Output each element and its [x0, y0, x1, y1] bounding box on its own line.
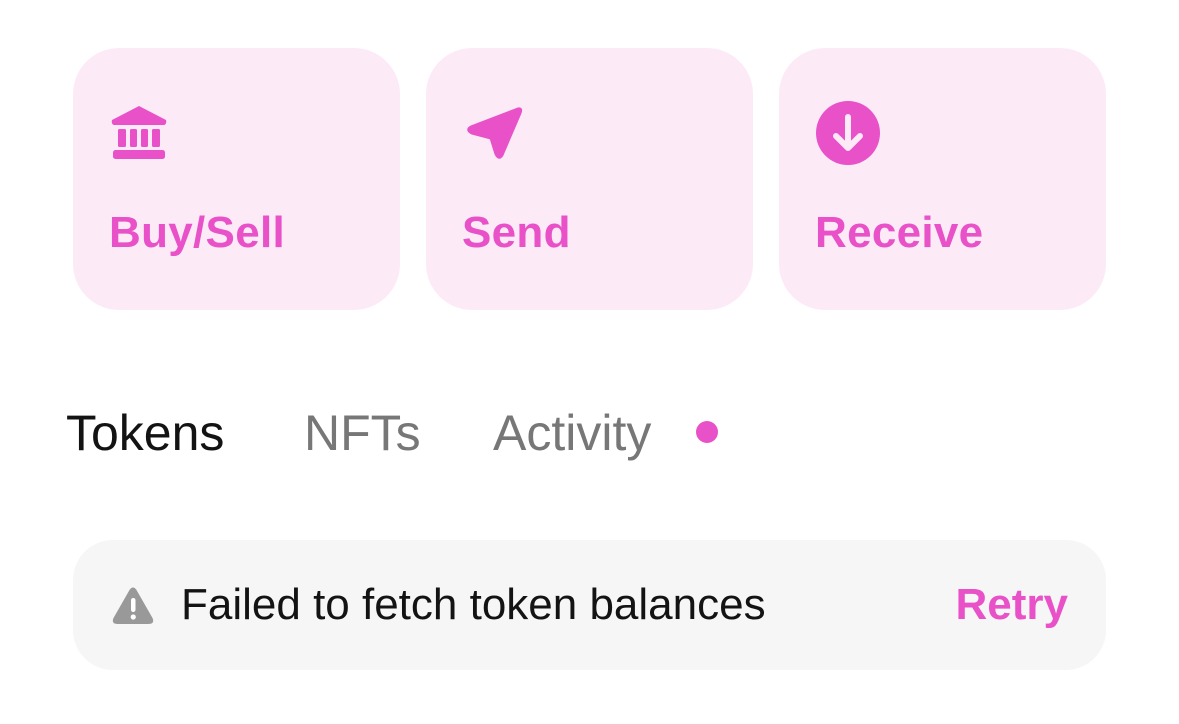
- tab-nfts[interactable]: NFTs: [304, 398, 421, 468]
- quick-actions: Buy/Sell Send Receive: [73, 48, 1106, 310]
- bank-icon: [109, 102, 181, 162]
- receive-button[interactable]: Receive: [779, 48, 1106, 310]
- buy-sell-label: Buy/Sell: [109, 208, 286, 257]
- send-label: Send: [462, 208, 571, 257]
- tab-bar: Tokens NFTs Activity: [66, 398, 786, 468]
- arrow-down-circle-icon: [815, 101, 887, 165]
- activity-notification-dot: [696, 421, 718, 443]
- tab-tokens[interactable]: Tokens: [66, 398, 224, 468]
- receive-label: Receive: [815, 208, 984, 257]
- warning-icon: [111, 586, 155, 626]
- send-button[interactable]: Send: [426, 48, 753, 310]
- paper-plane-icon: [462, 102, 534, 162]
- retry-button[interactable]: Retry: [956, 574, 1069, 636]
- tab-activity[interactable]: Activity: [493, 398, 651, 468]
- buy-sell-button[interactable]: Buy/Sell: [73, 48, 400, 310]
- error-banner: Failed to fetch token balances Retry: [73, 540, 1106, 670]
- error-message: Failed to fetch token balances: [181, 580, 766, 629]
